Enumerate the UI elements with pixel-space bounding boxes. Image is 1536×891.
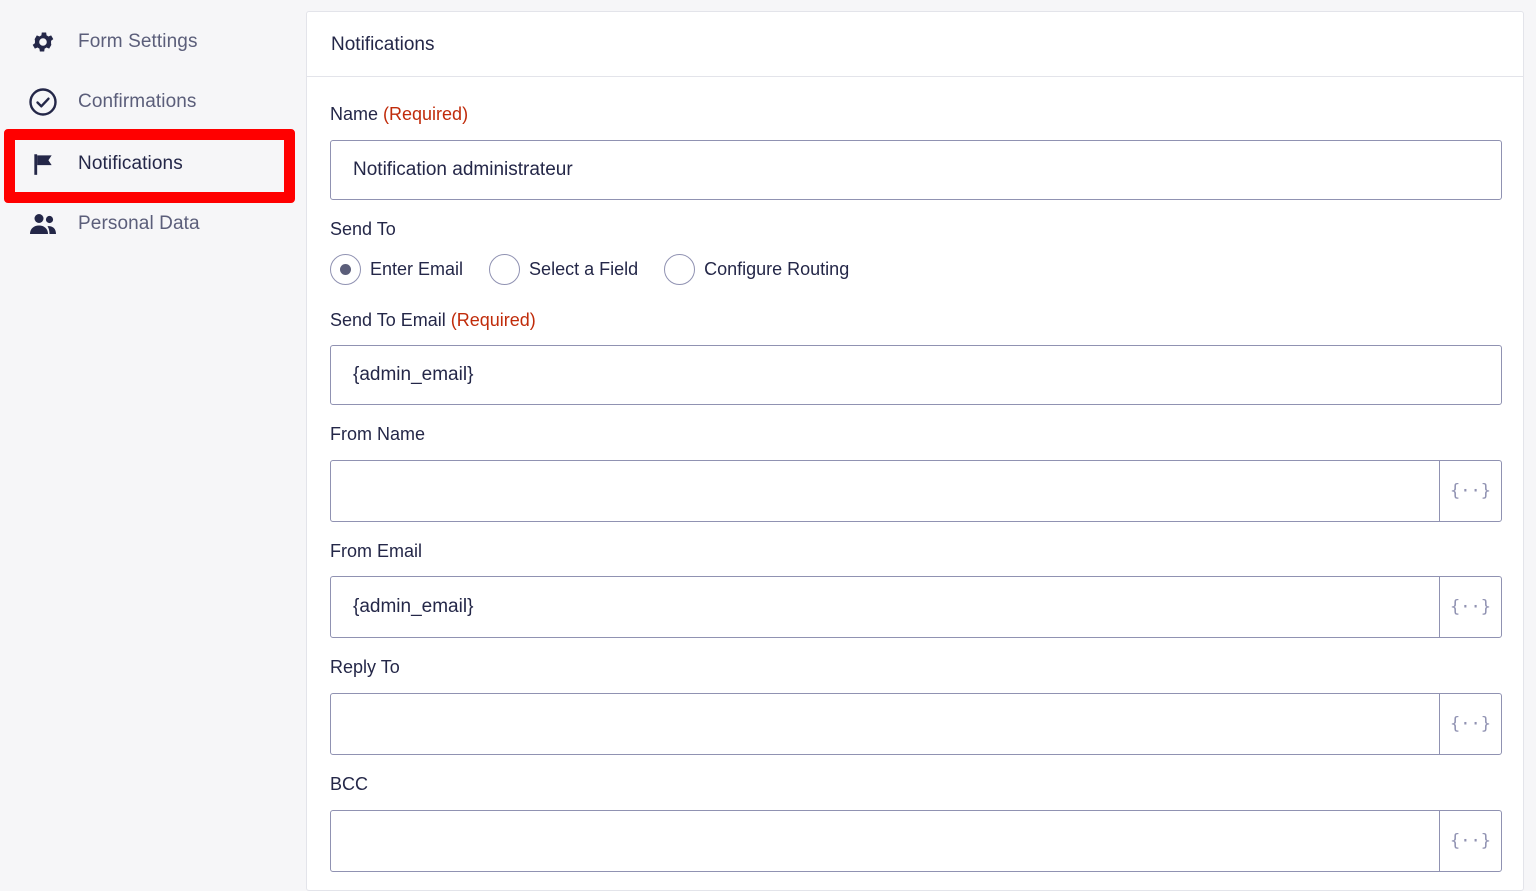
radio-select-field[interactable]: Select a Field [489, 253, 639, 285]
sidebar-item-label: Notifications [78, 153, 183, 174]
sidebar-item-label: Form Settings [78, 31, 198, 52]
reply-to-label: Reply To [330, 657, 400, 677]
merge-tag-button[interactable]: {··} [1439, 577, 1501, 637]
name-input-value: Notification administrateur [353, 159, 573, 180]
radio-label: Enter Email [370, 258, 464, 279]
users-icon [28, 209, 58, 239]
sidebar-item-notifications[interactable]: Notifications [0, 134, 300, 194]
check-circle-icon [28, 87, 58, 117]
flag-icon [28, 149, 58, 179]
sidebar-item-label: Confirmations [78, 91, 197, 112]
from-name-input[interactable]: {··} [330, 460, 1502, 522]
gear-icon [28, 27, 58, 57]
sidebar-item-label: Personal Data [78, 213, 200, 234]
name-input[interactable]: Notification administrateur [330, 140, 1502, 200]
reply-to-input[interactable]: {··} [330, 693, 1502, 755]
sidebar-item-form-settings[interactable]: Form Settings [0, 12, 300, 72]
radio-configure-routing[interactable]: Configure Routing [664, 253, 850, 285]
send-to-label: Send To [330, 219, 396, 239]
merge-tag-icon: {··} [1450, 597, 1491, 617]
radio-circle[interactable] [489, 253, 521, 285]
radio-circle[interactable] [330, 253, 361, 285]
radio-label: Configure Routing [704, 258, 850, 279]
radio-label: Select a Field [529, 258, 639, 279]
panel-title: Notifications [331, 34, 435, 55]
send-to-email-label: Send To Email (Required) [330, 310, 536, 331]
name-label-text: Name [330, 104, 379, 124]
sidebar-item-confirmations[interactable]: Confirmations [0, 72, 300, 132]
required-indicator: (Required) [450, 310, 536, 330]
from-email-input[interactable]: {admin_email} {··} [330, 576, 1502, 638]
merge-tag-button[interactable]: {··} [1439, 694, 1501, 754]
from-name-label: From Name [330, 424, 426, 444]
radio-circle[interactable] [664, 253, 696, 285]
name-label: Name (Required) [330, 104, 468, 125]
send-to-email-value: {admin_email} [353, 364, 474, 385]
merge-tag-button[interactable]: {··} [1439, 461, 1501, 521]
settings-sidebar: Form Settings Confirmations Notification… [0, 0, 306, 880]
notification-settings-panel: Notifications Name (Required) Notificati… [306, 11, 1524, 891]
panel-header: Notifications [307, 12, 1523, 77]
required-indicator: (Required) [383, 104, 469, 124]
send-to-email-input[interactable]: {admin_email} [330, 345, 1502, 405]
radio-enter-email[interactable]: Enter Email [330, 253, 464, 285]
bcc-label: BCC [330, 774, 369, 794]
merge-tag-icon: {··} [1450, 831, 1491, 851]
merge-tag-icon: {··} [1450, 714, 1491, 734]
from-email-label: From Email [330, 541, 423, 561]
send-to-radio-group: Enter Email Select a Field Configure Rou… [330, 253, 875, 285]
bcc-input[interactable]: {··} [330, 810, 1502, 872]
from-email-value: {admin_email} [353, 596, 474, 617]
sidebar-item-personal-data[interactable]: Personal Data [0, 194, 300, 254]
merge-tag-button[interactable]: {··} [1439, 811, 1501, 871]
send-to-email-label-text: Send To Email [330, 310, 446, 330]
merge-tag-icon: {··} [1450, 481, 1491, 501]
